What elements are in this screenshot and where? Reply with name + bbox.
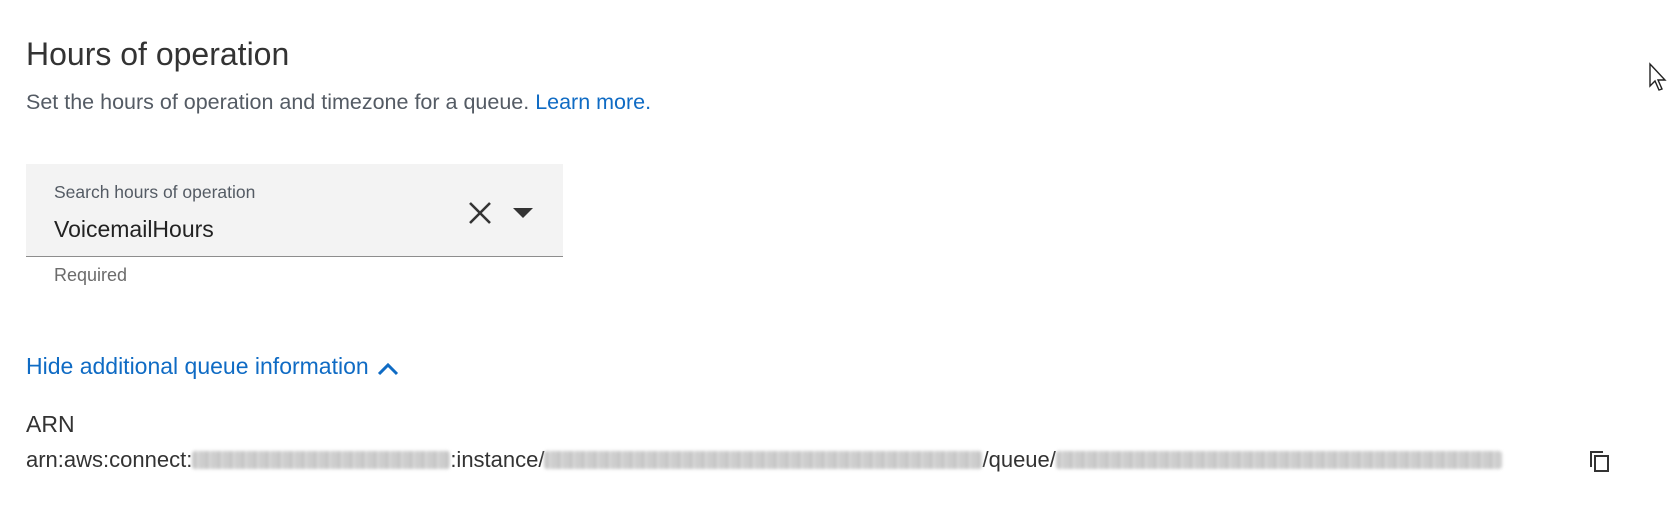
mouse-cursor-icon bbox=[1649, 62, 1667, 91]
redacted-queue-id bbox=[1055, 451, 1502, 469]
arn-label: ARN bbox=[26, 411, 75, 437]
close-icon bbox=[469, 202, 491, 224]
redacted-region-account bbox=[192, 451, 451, 469]
learn-more-link[interactable]: Learn more. bbox=[535, 90, 651, 114]
description-text: Set the hours of operation and timezone … bbox=[26, 90, 530, 114]
arn-queue-segment: /queue/ bbox=[982, 447, 1056, 472]
dropdown-button[interactable] bbox=[508, 198, 538, 228]
toggle-label: Hide additional queue information bbox=[26, 353, 369, 379]
copy-arn-button[interactable] bbox=[1587, 448, 1613, 476]
arn-instance-segment: :instance/ bbox=[450, 447, 545, 472]
arn-value: arn:aws:connect: :instance/ /queue/ bbox=[26, 447, 1502, 473]
search-label: Search hours of operation bbox=[54, 182, 256, 202]
page: Hours of operation Set the hours of oper… bbox=[0, 0, 1670, 531]
search-input[interactable] bbox=[54, 216, 434, 243]
caret-down-icon bbox=[513, 208, 533, 218]
clear-button[interactable] bbox=[465, 198, 495, 228]
section-description: Set the hours of operation and timezone … bbox=[26, 88, 651, 116]
arn-prefix: arn:aws:connect: bbox=[26, 447, 193, 472]
required-helper: Required bbox=[54, 265, 128, 285]
chevron-up-icon bbox=[377, 362, 398, 375]
page-title: Hours of operation bbox=[26, 36, 290, 72]
hide-additional-info-toggle[interactable]: Hide additional queue information bbox=[26, 353, 401, 380]
copy-icon bbox=[1590, 451, 1609, 472]
redacted-instance-id bbox=[544, 451, 983, 469]
hours-search-field[interactable]: Search hours of operation bbox=[26, 164, 563, 257]
